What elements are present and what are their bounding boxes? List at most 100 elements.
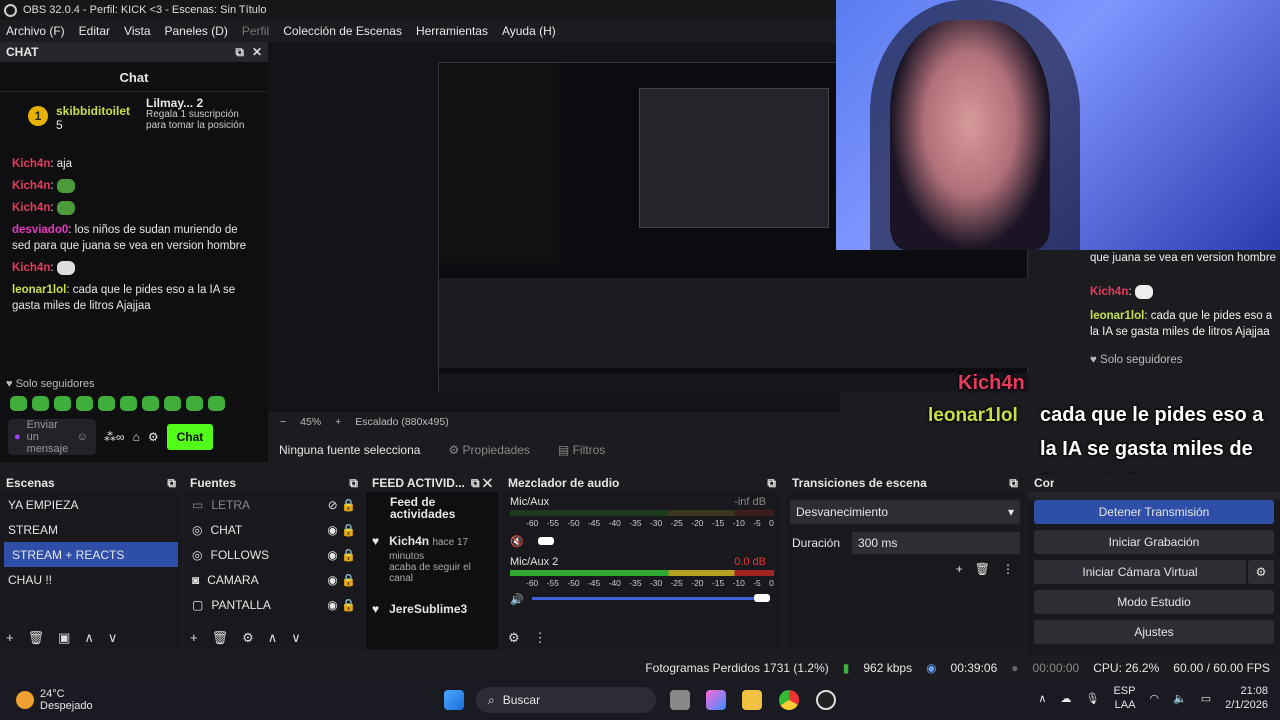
battery-icon[interactable]: ▭	[1201, 692, 1211, 705]
close-icon[interactable]: ⧉ ✕	[471, 476, 492, 491]
source-item[interactable]: ◎ CHAT ◉ 🔒	[184, 517, 364, 542]
speaker-icon[interactable]: 🔈	[1173, 692, 1187, 705]
emote-icon[interactable]	[142, 396, 159, 411]
undock-icon[interactable]: ⧉	[767, 476, 776, 491]
emote-icon[interactable]	[54, 396, 71, 411]
trash-icon[interactable]: 🗑	[28, 630, 45, 646]
start-recording-button[interactable]: Iniciar Grabación	[1034, 530, 1274, 554]
duration-input[interactable]: 300 ms	[852, 532, 1020, 554]
undock-icon[interactable]: ⧉	[235, 45, 244, 60]
mic-icon[interactable]: ●	[14, 431, 21, 443]
windows-start-icon[interactable]	[444, 690, 464, 710]
eye-icon[interactable]: ◉ 🔒	[327, 548, 356, 562]
scene-item[interactable]: STREAM	[0, 517, 182, 542]
close-icon[interactable]: ✕	[252, 45, 262, 60]
chat-send-button[interactable]: Chat	[166, 424, 214, 450]
scaling-label: Escalado (880x495)	[355, 416, 449, 428]
clock[interactable]: 21:08 2/1/2026	[1225, 684, 1268, 712]
leaderboard: 1 skibbiditoilet 5 Lilmay... 2 Regala 1 …	[0, 92, 268, 144]
settings-button[interactable]: Ajustes	[1034, 620, 1274, 644]
folder-icon[interactable]	[742, 690, 762, 710]
source-item[interactable]: ▢ PANTALLA ◉ 🔒	[184, 592, 364, 617]
down-icon[interactable]: ∨	[108, 630, 118, 646]
scene-item[interactable]: CHAU !!	[0, 567, 182, 592]
volume-slider[interactable]: 🔇	[510, 534, 774, 548]
trash-icon[interactable]: 🗑	[212, 630, 229, 646]
emote-icon[interactable]	[208, 396, 225, 411]
filters-button[interactable]: ▤ Filtros	[558, 443, 605, 457]
gear-icon[interactable]: ⚙	[508, 630, 520, 646]
virtual-camera-button[interactable]: Iniciar Cámara Virtual	[1034, 560, 1246, 584]
transition-select[interactable]: Desvanecimiento ▾	[790, 500, 1020, 524]
status-bar: Fotogramas Perdidos 1731 (1.2%) ▮ 962 kb…	[0, 656, 1280, 680]
menu-coleccion[interactable]: Colección de Escenas	[283, 24, 402, 38]
window-title: OBS 32.0.4 - Perfil: KICK <3 - Escenas: …	[23, 4, 267, 16]
zoom-in-button[interactable]: +	[335, 416, 341, 428]
menu-ayuda[interactable]: Ayuda (H)	[502, 24, 556, 38]
emote-icon[interactable]	[164, 396, 181, 411]
speaker-icon[interactable]: 🔊	[510, 594, 524, 606]
eye-icon[interactable]: ⊘ 🔒	[328, 498, 356, 512]
emote-icon[interactable]	[186, 396, 203, 411]
down-icon[interactable]: ∨	[291, 630, 301, 646]
add-icon[interactable]: +	[956, 562, 963, 576]
gear-icon[interactable]: ⚙	[148, 430, 159, 444]
properties-button[interactable]: ⚙ Propiedades	[448, 443, 529, 457]
users-icon[interactable]: ⁂∞	[104, 430, 125, 444]
up-icon[interactable]: ∧	[84, 630, 94, 646]
leader-name: skibbiditoilet	[56, 104, 131, 118]
more-icon[interactable]: ⋮	[534, 630, 547, 646]
emote-icon[interactable]	[32, 396, 49, 411]
scene-item[interactable]: YA EMPIEZA	[0, 492, 182, 517]
volume-slider[interactable]: 🔊	[510, 592, 774, 606]
task-view-icon[interactable]	[670, 690, 690, 710]
store-icon[interactable]: ⌂	[133, 430, 140, 444]
text-icon: ▭	[192, 497, 204, 512]
emote-icon[interactable]	[10, 396, 27, 411]
gear-icon[interactable]: ⚙	[242, 630, 254, 646]
scene-item[interactable]: STREAM + REACTS	[4, 542, 178, 567]
trash-icon[interactable]: 🗑	[975, 562, 990, 576]
chevron-up-icon[interactable]: ∧	[1038, 692, 1046, 705]
chat-input[interactable]: ● Enviar un mensaje ☺	[8, 419, 96, 455]
menu-perfil[interactable]: Perfil	[242, 24, 269, 38]
source-item[interactable]: ▭ LETRA ⊘ 🔒	[184, 492, 364, 517]
taskbar-search[interactable]: ⌕ Buscar	[476, 687, 656, 713]
undock-icon[interactable]: ⧉	[167, 476, 176, 491]
emoji-icon[interactable]: ☺	[77, 431, 88, 443]
eye-icon[interactable]: ◉ 🔒	[327, 523, 356, 537]
add-icon[interactable]: +	[6, 630, 14, 646]
mic-icon[interactable]: 🎙	[1085, 692, 1099, 705]
menu-vista[interactable]: Vista	[124, 24, 150, 38]
cloud-icon[interactable]: ☁	[1060, 692, 1071, 705]
gear-icon[interactable]: ⚙	[1248, 560, 1274, 584]
add-icon[interactable]: +	[190, 630, 198, 646]
filter-icon[interactable]: ▣	[58, 630, 70, 646]
undock-icon[interactable]: ⧉	[1009, 476, 1018, 491]
chrome-icon[interactable]	[779, 690, 799, 710]
eye-icon[interactable]: ◉ 🔒	[327, 573, 356, 587]
up-icon[interactable]: ∧	[268, 630, 278, 646]
undock-icon[interactable]: ⧉	[349, 476, 358, 491]
source-item[interactable]: ◎ FOLLOWS ◉ 🔒	[184, 542, 364, 567]
source-item[interactable]: ◙ CAMARA ◉ 🔒	[184, 567, 364, 592]
menu-editar[interactable]: Editar	[79, 24, 110, 38]
leader2-count: 2	[196, 96, 204, 110]
stop-stream-button[interactable]: Detener Transmisión	[1034, 500, 1274, 524]
weather-widget[interactable]: 24°C Despejado	[0, 688, 93, 712]
emote-icon[interactable]	[76, 396, 93, 411]
eye-icon[interactable]: ◉ 🔒	[327, 598, 356, 612]
emote-icon[interactable]	[120, 396, 137, 411]
copilot-icon[interactable]	[706, 690, 726, 710]
studio-mode-button[interactable]: Modo Estudio	[1034, 590, 1274, 614]
menu-herramientas[interactable]: Herramientas	[416, 24, 488, 38]
audio-meter	[510, 510, 774, 516]
emote-icon[interactable]	[98, 396, 115, 411]
no-source-label: Ninguna fuente selecciona	[279, 443, 421, 457]
menu-paneles[interactable]: Paneles (D)	[165, 24, 228, 38]
obs-taskbar-icon[interactable]	[816, 690, 836, 710]
zoom-out-button[interactable]: −	[280, 416, 286, 428]
menu-archivo[interactable]: Archivo (F)	[6, 24, 65, 38]
more-icon[interactable]: ⋮	[1002, 562, 1014, 576]
wifi-icon[interactable]: ◠	[1149, 692, 1159, 705]
